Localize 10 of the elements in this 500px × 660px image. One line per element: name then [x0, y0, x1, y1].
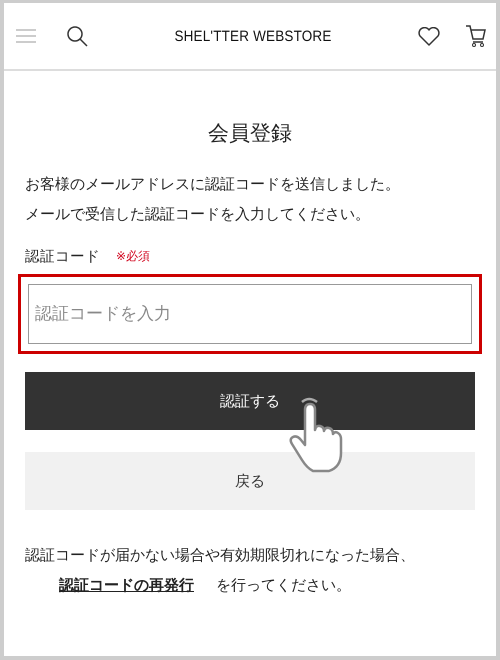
- instruction-text: メールで受信した認証コードを入力してください。: [25, 204, 371, 225]
- store-logo[interactable]: SHEL'TTER WEBSTORE: [104, 28, 402, 44]
- back-button[interactable]: 戻る: [25, 452, 475, 510]
- reissue-link[interactable]: 認証コードの再発行: [59, 576, 194, 594]
- field-label: 認証コード: [25, 248, 100, 266]
- notice-text: 認証コードが届かない場合や有効期限切れになった場合、 認証コードの再発行 を行ってください。: [25, 545, 416, 596]
- required-mark: ※必須: [116, 248, 150, 265]
- code-input-field[interactable]: 認証コードを入力: [28, 284, 472, 344]
- page-title: 会員登録: [207, 120, 293, 147]
- instruction-text: お客様のメールアドレスに認証コードを送信しました。: [25, 174, 401, 195]
